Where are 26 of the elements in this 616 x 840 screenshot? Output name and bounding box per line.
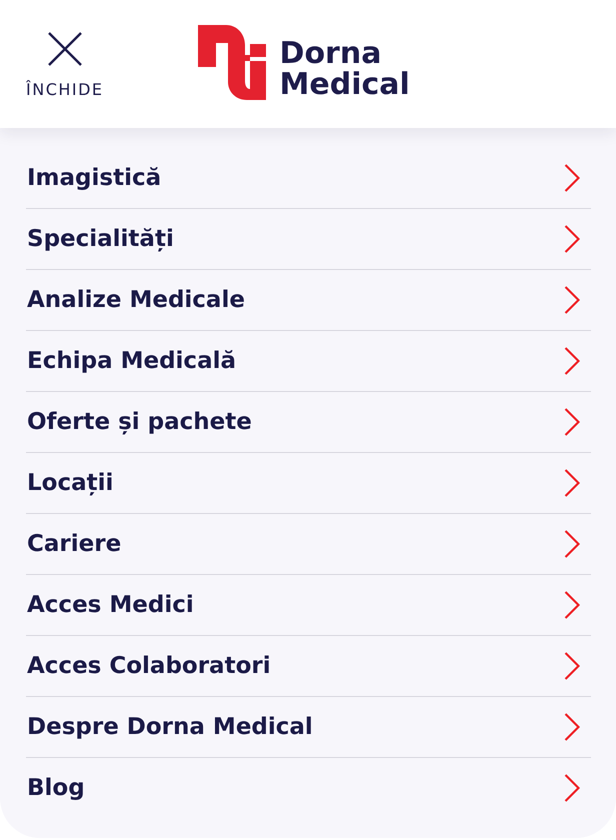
chevron-right-icon bbox=[564, 286, 580, 314]
menu-item[interactable]: Acces Colaboratori bbox=[26, 636, 591, 697]
menu-item[interactable]: Acces Medici bbox=[26, 575, 591, 636]
logo-text: Dorna Medical bbox=[280, 38, 410, 100]
menu-item[interactable]: Imagistică bbox=[26, 148, 591, 209]
menu-item[interactable]: Despre Dorna Medical bbox=[26, 697, 591, 758]
logo-icon bbox=[198, 25, 266, 100]
close-icon bbox=[48, 32, 82, 66]
chevron-right-icon bbox=[564, 713, 580, 741]
menu-item[interactable]: Blog bbox=[26, 758, 591, 818]
chevron-right-icon bbox=[564, 408, 580, 436]
chevron-right-icon bbox=[564, 591, 580, 619]
menu-item[interactable]: Specialități bbox=[26, 209, 591, 270]
close-button[interactable]: ÎNCHIDE bbox=[26, 32, 104, 99]
chevron-right-icon bbox=[564, 469, 580, 497]
chevron-right-icon bbox=[564, 530, 580, 558]
chevron-right-icon bbox=[564, 225, 580, 253]
menu-item[interactable]: Cariere bbox=[26, 514, 591, 575]
chevron-right-icon bbox=[564, 652, 580, 680]
menu-item[interactable]: Oferte și pachete bbox=[26, 392, 591, 453]
menu-item[interactable]: Locații bbox=[26, 453, 591, 514]
menu-item[interactable]: Analize Medicale bbox=[26, 270, 591, 331]
chevron-right-icon bbox=[564, 347, 580, 375]
menu-item[interactable]: Echipa Medicală bbox=[26, 331, 591, 392]
chevron-right-icon bbox=[564, 164, 580, 192]
chevron-right-icon bbox=[564, 774, 580, 802]
